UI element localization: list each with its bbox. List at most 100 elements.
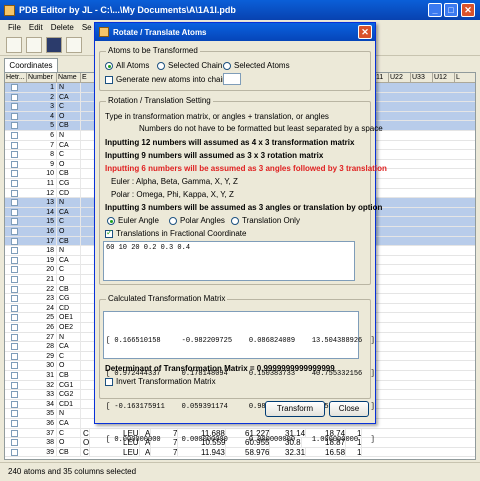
hetero-checkbox[interactable] xyxy=(11,400,18,408)
cell-number[interactable]: 22 xyxy=(27,284,57,294)
cell-name[interactable]: O xyxy=(59,227,81,236)
maximize-button[interactable]: □ xyxy=(444,3,458,17)
hetero-checkbox[interactable] xyxy=(11,324,18,331)
col-header-l[interactable]: L xyxy=(455,73,475,83)
cell-occupancy[interactable]: 1 xyxy=(357,447,363,457)
new-file-icon[interactable] xyxy=(6,36,22,53)
hetero-checkbox[interactable] xyxy=(11,295,18,303)
hetero-checkbox[interactable] xyxy=(11,276,18,283)
fractional-checkbox[interactable]: Translations in Fractional Coordinate xyxy=(105,228,246,238)
radio-indicator[interactable] xyxy=(223,61,231,70)
cell-number[interactable]: 21 xyxy=(27,275,57,284)
cell-number[interactable]: 19 xyxy=(27,255,57,265)
hetero-checkbox[interactable] xyxy=(11,381,18,389)
menu-delete[interactable]: Delete xyxy=(51,23,74,32)
cell-number[interactable]: 11 xyxy=(27,179,57,188)
cell-number[interactable]: 25 xyxy=(27,313,57,323)
cell-name[interactable]: CA xyxy=(59,92,81,102)
transformation-input[interactable]: 60 10 20 0.2 0.3 0.4 xyxy=(103,241,355,281)
radio-all-atoms[interactable]: All Atoms xyxy=(105,61,149,70)
cell-number[interactable]: 14 xyxy=(27,207,57,217)
radio-selected-atoms[interactable]: Selected Atoms xyxy=(223,61,290,70)
col-header-u22[interactable]: U22 xyxy=(389,73,411,83)
hetero-checkbox[interactable] xyxy=(11,84,18,91)
cell-name[interactable]: N xyxy=(59,83,81,92)
cell-number[interactable]: 15 xyxy=(27,217,57,227)
menu-select[interactable]: Se xyxy=(82,23,92,32)
hetero-checkbox[interactable] xyxy=(11,439,18,447)
cell-name[interactable]: N xyxy=(59,246,81,256)
checkbox-indicator[interactable] xyxy=(105,228,113,238)
hetero-checkbox[interactable] xyxy=(11,448,18,456)
cell-number[interactable]: 16 xyxy=(27,227,57,236)
cell-number[interactable]: 33 xyxy=(27,390,57,400)
hetero-checkbox[interactable] xyxy=(11,247,18,255)
cell-name[interactable]: CA xyxy=(59,342,81,352)
cell-number[interactable]: 8 xyxy=(27,150,57,160)
generate-new-atoms-checkbox[interactable]: Generate new atoms into chain : xyxy=(105,75,231,84)
tool-icon[interactable] xyxy=(66,36,82,53)
cell-name[interactable]: CB xyxy=(59,169,81,179)
cell-number[interactable]: 27 xyxy=(27,332,57,342)
hetero-checkbox[interactable] xyxy=(11,141,18,149)
cell-name[interactable]: C xyxy=(59,217,81,227)
cell-element[interactable]: C xyxy=(83,428,90,438)
hetero-checkbox[interactable] xyxy=(11,199,18,207)
cell-name[interactable]: C xyxy=(59,150,81,160)
minimize-button[interactable]: _ xyxy=(428,3,442,17)
col-header-name[interactable]: Name xyxy=(57,73,81,83)
cell-name[interactable]: CB xyxy=(59,121,81,131)
col-header-number[interactable]: Number xyxy=(27,73,57,83)
cell-element[interactable]: C xyxy=(83,447,90,457)
cell-number[interactable]: 5 xyxy=(27,121,57,131)
cell-number[interactable]: 13 xyxy=(27,198,57,208)
cell-name[interactable]: C xyxy=(59,265,81,275)
hetero-checkbox[interactable] xyxy=(11,304,18,312)
cell-element[interactable]: O xyxy=(83,438,91,448)
hetero-checkbox[interactable] xyxy=(11,352,18,360)
open-file-icon[interactable] xyxy=(26,36,42,53)
save-icon[interactable] xyxy=(46,36,62,53)
hetero-checkbox[interactable] xyxy=(11,391,18,399)
hetero-checkbox[interactable] xyxy=(11,151,18,159)
hetero-checkbox[interactable] xyxy=(11,333,18,341)
hetero-checkbox[interactable] xyxy=(11,420,18,427)
radio-indicator[interactable] xyxy=(169,216,177,225)
cell-number[interactable]: 2 xyxy=(27,92,57,102)
cell-number[interactable]: 37 xyxy=(27,428,57,438)
cell-name[interactable]: CG2 xyxy=(59,390,81,400)
cell-name[interactable]: CA xyxy=(59,255,81,265)
cell-name[interactable]: O xyxy=(59,159,81,169)
hetero-checkbox[interactable] xyxy=(11,429,18,437)
cell-number[interactable]: 30 xyxy=(27,361,57,371)
cell-number[interactable]: 6 xyxy=(27,131,57,140)
hetero-checkbox[interactable] xyxy=(11,410,18,418)
cell-number[interactable]: 39 xyxy=(27,447,57,457)
radio-selected-chain[interactable]: Selected Chain xyxy=(157,61,222,70)
cell-name[interactable]: CB xyxy=(59,284,81,294)
col-header-u11[interactable]: 11 xyxy=(375,73,389,83)
hetero-checkbox[interactable] xyxy=(11,160,18,168)
cell-name[interactable]: CG xyxy=(59,294,81,304)
cell-number[interactable]: 9 xyxy=(27,159,57,169)
hetero-checkbox[interactable] xyxy=(11,314,18,322)
col-header-hetero[interactable]: Hetr... xyxy=(5,73,27,83)
cell-name[interactable]: N xyxy=(59,332,81,342)
hetero-checkbox[interactable] xyxy=(11,93,18,101)
cell-number[interactable]: 12 xyxy=(27,188,57,198)
radio-indicator[interactable] xyxy=(105,61,113,70)
col-header-u33[interactable]: U33 xyxy=(411,73,433,83)
cell-name[interactable]: CB xyxy=(59,447,81,457)
cell-name[interactable]: N xyxy=(59,198,81,208)
hetero-checkbox[interactable] xyxy=(11,103,18,111)
cell-number[interactable]: 1 xyxy=(27,83,57,92)
hetero-checkbox[interactable] xyxy=(11,132,18,139)
cell-name[interactable]: CD1 xyxy=(59,399,81,409)
transform-button[interactable]: Transform xyxy=(265,401,325,417)
cell-number[interactable]: 20 xyxy=(27,265,57,275)
radio-indicator[interactable] xyxy=(157,61,165,70)
cell-number[interactable]: 36 xyxy=(27,419,57,428)
menu-file[interactable]: File xyxy=(8,23,21,32)
invert-matrix-checkbox[interactable]: Invert Transformation Matrix xyxy=(105,377,216,386)
cell-number[interactable]: 10 xyxy=(27,169,57,179)
